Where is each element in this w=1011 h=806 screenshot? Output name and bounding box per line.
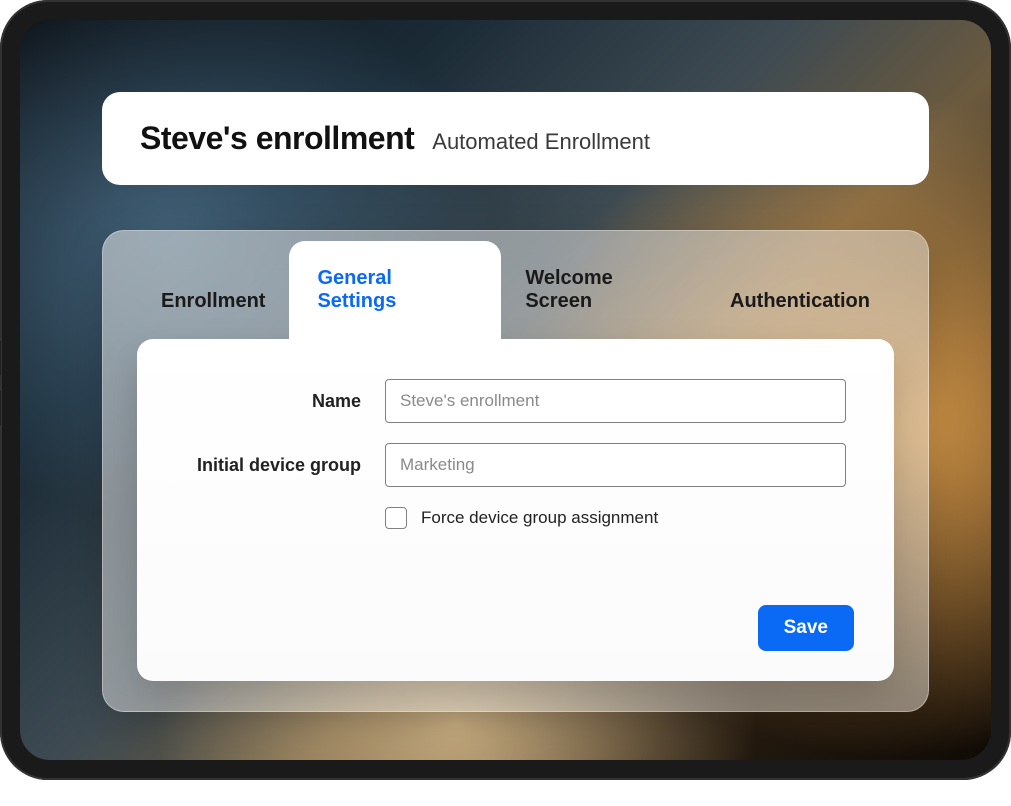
volume-button xyxy=(0,340,1,376)
page-header: Steve's enrollment Automated Enrollment xyxy=(102,92,929,185)
tab-general-settings[interactable]: General Settings xyxy=(289,241,501,339)
form-row-name: Name xyxy=(185,379,846,423)
tabs-row: Enrollment General Settings Welcome Scre… xyxy=(103,231,928,339)
tablet-frame: Steve's enrollment Automated Enrollment … xyxy=(0,0,1011,780)
form-row-group: Initial device group xyxy=(185,443,846,487)
save-button[interactable]: Save xyxy=(758,605,854,651)
force-assignment-row: Force device group assignment xyxy=(385,507,846,529)
tab-authentication[interactable]: Authentication xyxy=(706,264,894,339)
force-assignment-label: Force device group assignment xyxy=(421,508,658,528)
tab-enrollment[interactable]: Enrollment xyxy=(137,264,289,339)
page-subtitle: Automated Enrollment xyxy=(432,129,650,155)
form-card: Name Initial device group Force device g… xyxy=(137,339,894,681)
tab-welcome-screen[interactable]: Welcome Screen xyxy=(501,241,706,339)
initial-device-group-input[interactable] xyxy=(385,443,846,487)
name-label: Name xyxy=(185,391,385,412)
force-assignment-checkbox[interactable] xyxy=(385,507,407,529)
settings-panel: Enrollment General Settings Welcome Scre… xyxy=(102,230,929,712)
page-title: Steve's enrollment xyxy=(140,120,414,157)
device-side-buttons xyxy=(0,340,1,426)
name-input[interactable] xyxy=(385,379,846,423)
volume-button xyxy=(0,390,1,426)
tablet-screen: Steve's enrollment Automated Enrollment … xyxy=(20,20,991,760)
group-label: Initial device group xyxy=(185,455,385,476)
